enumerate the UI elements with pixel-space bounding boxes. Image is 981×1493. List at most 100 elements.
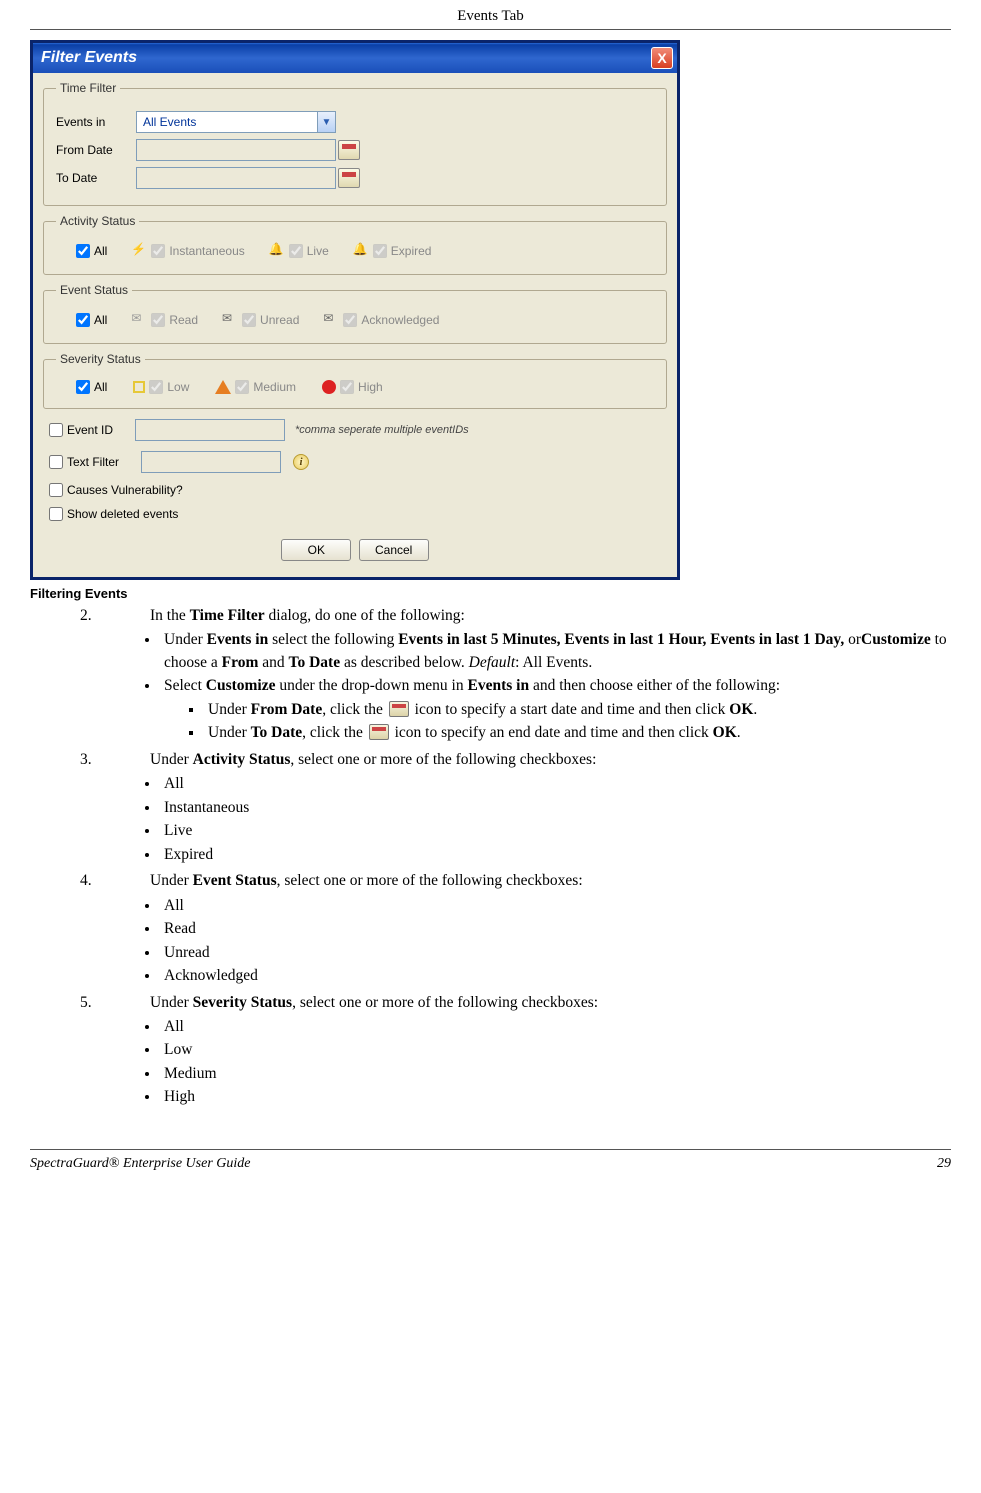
severity-medium-label: Medium	[253, 380, 296, 394]
activity-status-legend: Activity Status	[56, 214, 139, 228]
list-item: Read	[160, 918, 951, 940]
event-unread-checkbox[interactable]: Unread	[242, 313, 299, 327]
event-status-legend: Event Status	[56, 283, 132, 297]
event-id-note: *comma seperate multiple eventIDs	[295, 424, 469, 436]
from-date-label: From Date	[56, 143, 136, 157]
calendar-icon[interactable]	[338, 168, 360, 188]
activity-expired-label: Expired	[391, 244, 432, 258]
activity-all-label: All	[94, 244, 107, 258]
step-text: Under Severity Status, select one or mor…	[150, 992, 598, 1014]
severity-low-checkbox[interactable]: Low	[149, 380, 189, 394]
dialog-titlebar: Filter Events X	[33, 43, 677, 73]
events-in-value: All Events	[143, 115, 196, 129]
step-text: Under Event Status, select one or more o…	[150, 870, 583, 892]
activity-instantaneous-checkbox[interactable]: Instantaneous	[151, 244, 244, 258]
show-deleted-label: Show deleted events	[67, 507, 178, 521]
medium-severity-icon	[215, 380, 231, 394]
vulnerability-checkbox[interactable]: Causes Vulnerability?	[49, 483, 183, 497]
step-2: 2. In the Time Filter dialog, do one of …	[80, 605, 951, 627]
activity-status-group: Activity Status All ⚡ Instantaneous 🔔 Li…	[43, 214, 667, 275]
calendar-icon	[369, 724, 389, 740]
vulnerability-label: Causes Vulnerability?	[67, 483, 183, 497]
close-button[interactable]: X	[651, 47, 673, 69]
bell-icon: 🔔	[269, 242, 287, 260]
events-in-label: Events in	[56, 115, 136, 129]
event-ack-checkbox[interactable]: Acknowledged	[343, 313, 439, 327]
severity-all-label: All	[94, 380, 107, 394]
step-number: 4.	[80, 870, 150, 892]
severity-status-group: Severity Status All Low Medium High	[43, 352, 667, 409]
activity-live-label: Live	[307, 244, 329, 258]
step-number: 5.	[80, 992, 150, 1014]
event-unread-label: Unread	[260, 313, 299, 327]
list-item: Under From Date, click the icon to speci…	[204, 699, 951, 721]
calendar-icon[interactable]	[338, 140, 360, 160]
event-read-checkbox[interactable]: Read	[151, 313, 198, 327]
page-footer: SpectraGuard® Enterprise User Guide 29	[30, 1149, 951, 1172]
step-text: Under Activity Status, select one or mor…	[150, 749, 596, 771]
step-3: 3. Under Activity Status, select one or …	[80, 749, 951, 771]
ok-button[interactable]: OK	[281, 539, 351, 561]
cancel-button[interactable]: Cancel	[359, 539, 429, 561]
page-header: Events Tab	[30, 0, 951, 30]
event-read-label: Read	[169, 313, 198, 327]
calendar-icon	[389, 701, 409, 717]
events-in-dropdown[interactable]: All Events ▼	[136, 111, 336, 133]
step-text: In the Time Filter dialog, do one of the…	[150, 605, 465, 627]
event-id-input[interactable]	[135, 419, 285, 441]
dialog-title: Filter Events	[41, 49, 137, 67]
list-item: Live	[160, 820, 951, 842]
time-filter-legend: Time Filter	[56, 81, 120, 95]
severity-high-checkbox[interactable]: High	[340, 380, 383, 394]
high-severity-icon	[322, 380, 336, 394]
text-filter-label: Text Filter	[67, 455, 119, 469]
list-item: All	[160, 773, 951, 795]
list-item: Expired	[160, 844, 951, 866]
activity-live-checkbox[interactable]: Live	[289, 244, 329, 258]
step-number: 2.	[80, 605, 150, 627]
envelope-icon: ✉	[222, 311, 240, 329]
bell-gray-icon: 🔔	[353, 242, 371, 260]
activity-instant-label: Instantaneous	[169, 244, 244, 258]
list-item: All	[160, 895, 951, 917]
list-item: Under Events in select the following Eve…	[160, 629, 951, 674]
text-filter-input[interactable]	[141, 451, 281, 473]
event-id-label: Event ID	[67, 423, 113, 437]
list-item: Select Customize under the drop-down men…	[160, 675, 951, 744]
event-all-label: All	[94, 313, 107, 327]
text-filter-checkbox[interactable]: Text Filter	[49, 455, 119, 469]
event-all-checkbox[interactable]: All	[76, 313, 107, 327]
info-icon[interactable]: i	[293, 454, 309, 470]
step-4: 4. Under Event Status, select one or mor…	[80, 870, 951, 892]
severity-all-checkbox[interactable]: All	[76, 380, 107, 394]
chevron-down-icon: ▼	[317, 112, 335, 132]
footer-guide: SpectraGuard® Enterprise User Guide	[30, 1156, 250, 1172]
to-date-label: To Date	[56, 171, 136, 185]
list-item: Unread	[160, 942, 951, 964]
from-date-input[interactable]	[136, 139, 336, 161]
event-id-checkbox[interactable]: Event ID	[49, 423, 113, 437]
list-item: Acknowledged	[160, 965, 951, 987]
filter-events-dialog: Filter Events X Time Filter Events in Al…	[30, 40, 680, 580]
envelope-open-icon: ✉	[131, 311, 149, 329]
step-number: 3.	[80, 749, 150, 771]
event-ack-label: Acknowledged	[361, 313, 439, 327]
severity-high-label: High	[358, 380, 383, 394]
step-5: 5. Under Severity Status, select one or …	[80, 992, 951, 1014]
list-item: All	[160, 1016, 951, 1038]
activity-all-checkbox[interactable]: All	[76, 244, 107, 258]
activity-expired-checkbox[interactable]: Expired	[373, 244, 432, 258]
show-deleted-checkbox[interactable]: Show deleted events	[49, 507, 178, 521]
event-status-group: Event Status All ✉ Read ✉ Unread ✉ Ackno…	[43, 283, 667, 344]
instructions: 2. In the Time Filter dialog, do one of …	[30, 605, 951, 1109]
instantaneous-icon: ⚡	[131, 242, 149, 260]
severity-status-legend: Severity Status	[56, 352, 145, 366]
list-item: Medium	[160, 1063, 951, 1085]
dialog-body: Time Filter Events in All Events ▼ From …	[33, 73, 677, 577]
severity-medium-checkbox[interactable]: Medium	[235, 380, 296, 394]
list-item: Instantaneous	[160, 797, 951, 819]
list-item: Under To Date, click the icon to specify…	[204, 722, 951, 744]
low-severity-icon	[133, 381, 145, 393]
to-date-input[interactable]	[136, 167, 336, 189]
time-filter-group: Time Filter Events in All Events ▼ From …	[43, 81, 667, 206]
